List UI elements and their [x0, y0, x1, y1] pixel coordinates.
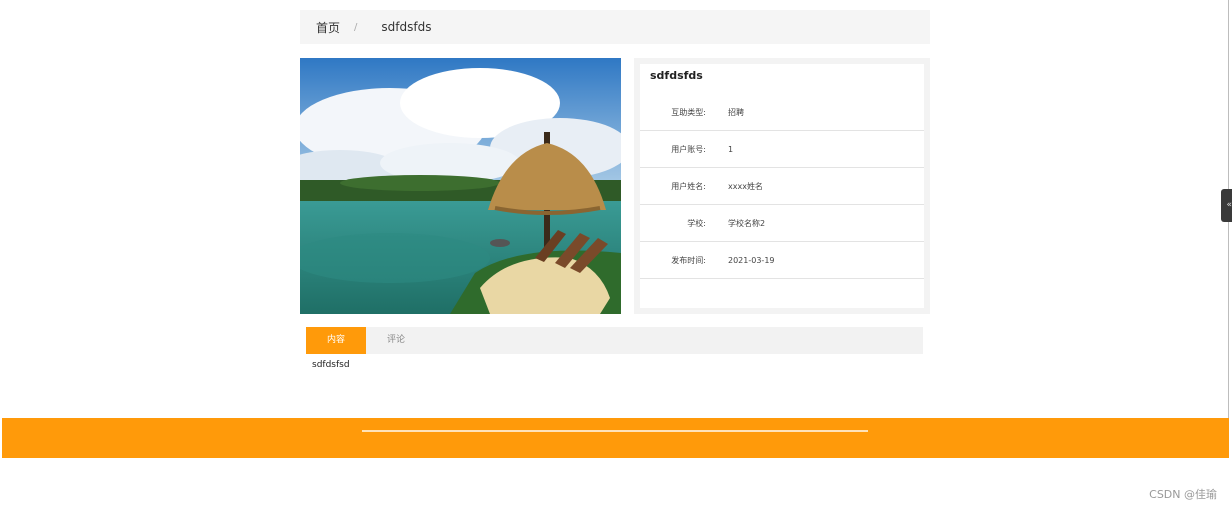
field-label: 发布时间: [671, 255, 706, 265]
breadcrumb-separator: / [354, 21, 358, 33]
field-value: xxxx姓名 [728, 181, 763, 191]
field-label: 学校: [687, 218, 706, 228]
tab-comments[interactable]: 评论 [366, 327, 426, 354]
detail-card: sdfdsfds 互助类型: 招聘 用户账号: 1 用户姓名: xxxx姓名 学… [640, 64, 924, 308]
breadcrumb-current: sdfdsfds [381, 20, 432, 34]
breadcrumb-home-link[interactable]: 首页 [316, 19, 340, 36]
field-value: 学校名称2 [728, 218, 766, 228]
side-collapse-toggle[interactable]: « [1221, 189, 1232, 222]
field-row-school: 学校: 学校名称2 [640, 205, 924, 242]
csdn-watermark: CSDN @佳瑜 [1149, 488, 1217, 501]
listing-image [300, 58, 621, 314]
field-label: 用户账号: [671, 144, 706, 154]
detail-panel: sdfdsfds 互助类型: 招聘 用户账号: 1 用户姓名: xxxx姓名 学… [634, 58, 930, 314]
field-value: 1 [728, 144, 734, 154]
page-edge-divider [1228, 0, 1229, 458]
field-row-name: 用户姓名: xxxx姓名 [640, 168, 924, 205]
field-row-publish-time: 发布时间: 2021-03-19 [640, 242, 924, 279]
field-row-account: 用户账号: 1 [640, 131, 924, 168]
tab-content[interactable]: 内容 [306, 327, 366, 354]
detail-title: sdfdsfds [650, 69, 703, 82]
field-value: 2021-03-19 [728, 255, 775, 265]
field-label: 用户姓名: [671, 181, 706, 191]
page-footer [2, 418, 1229, 458]
field-value: 招聘 [728, 107, 744, 117]
content-text: sdfdsfsd [312, 360, 350, 370]
beach-hut-photo [300, 58, 621, 314]
content-tabs: 内容 评论 [306, 327, 923, 354]
chevron-left-icon: « [1226, 200, 1232, 210]
footer-divider [362, 430, 868, 432]
breadcrumb: 首页 / sdfdsfds [300, 10, 930, 44]
field-label: 互助类型: [671, 107, 706, 117]
field-row-type: 互助类型: 招聘 [640, 94, 924, 131]
